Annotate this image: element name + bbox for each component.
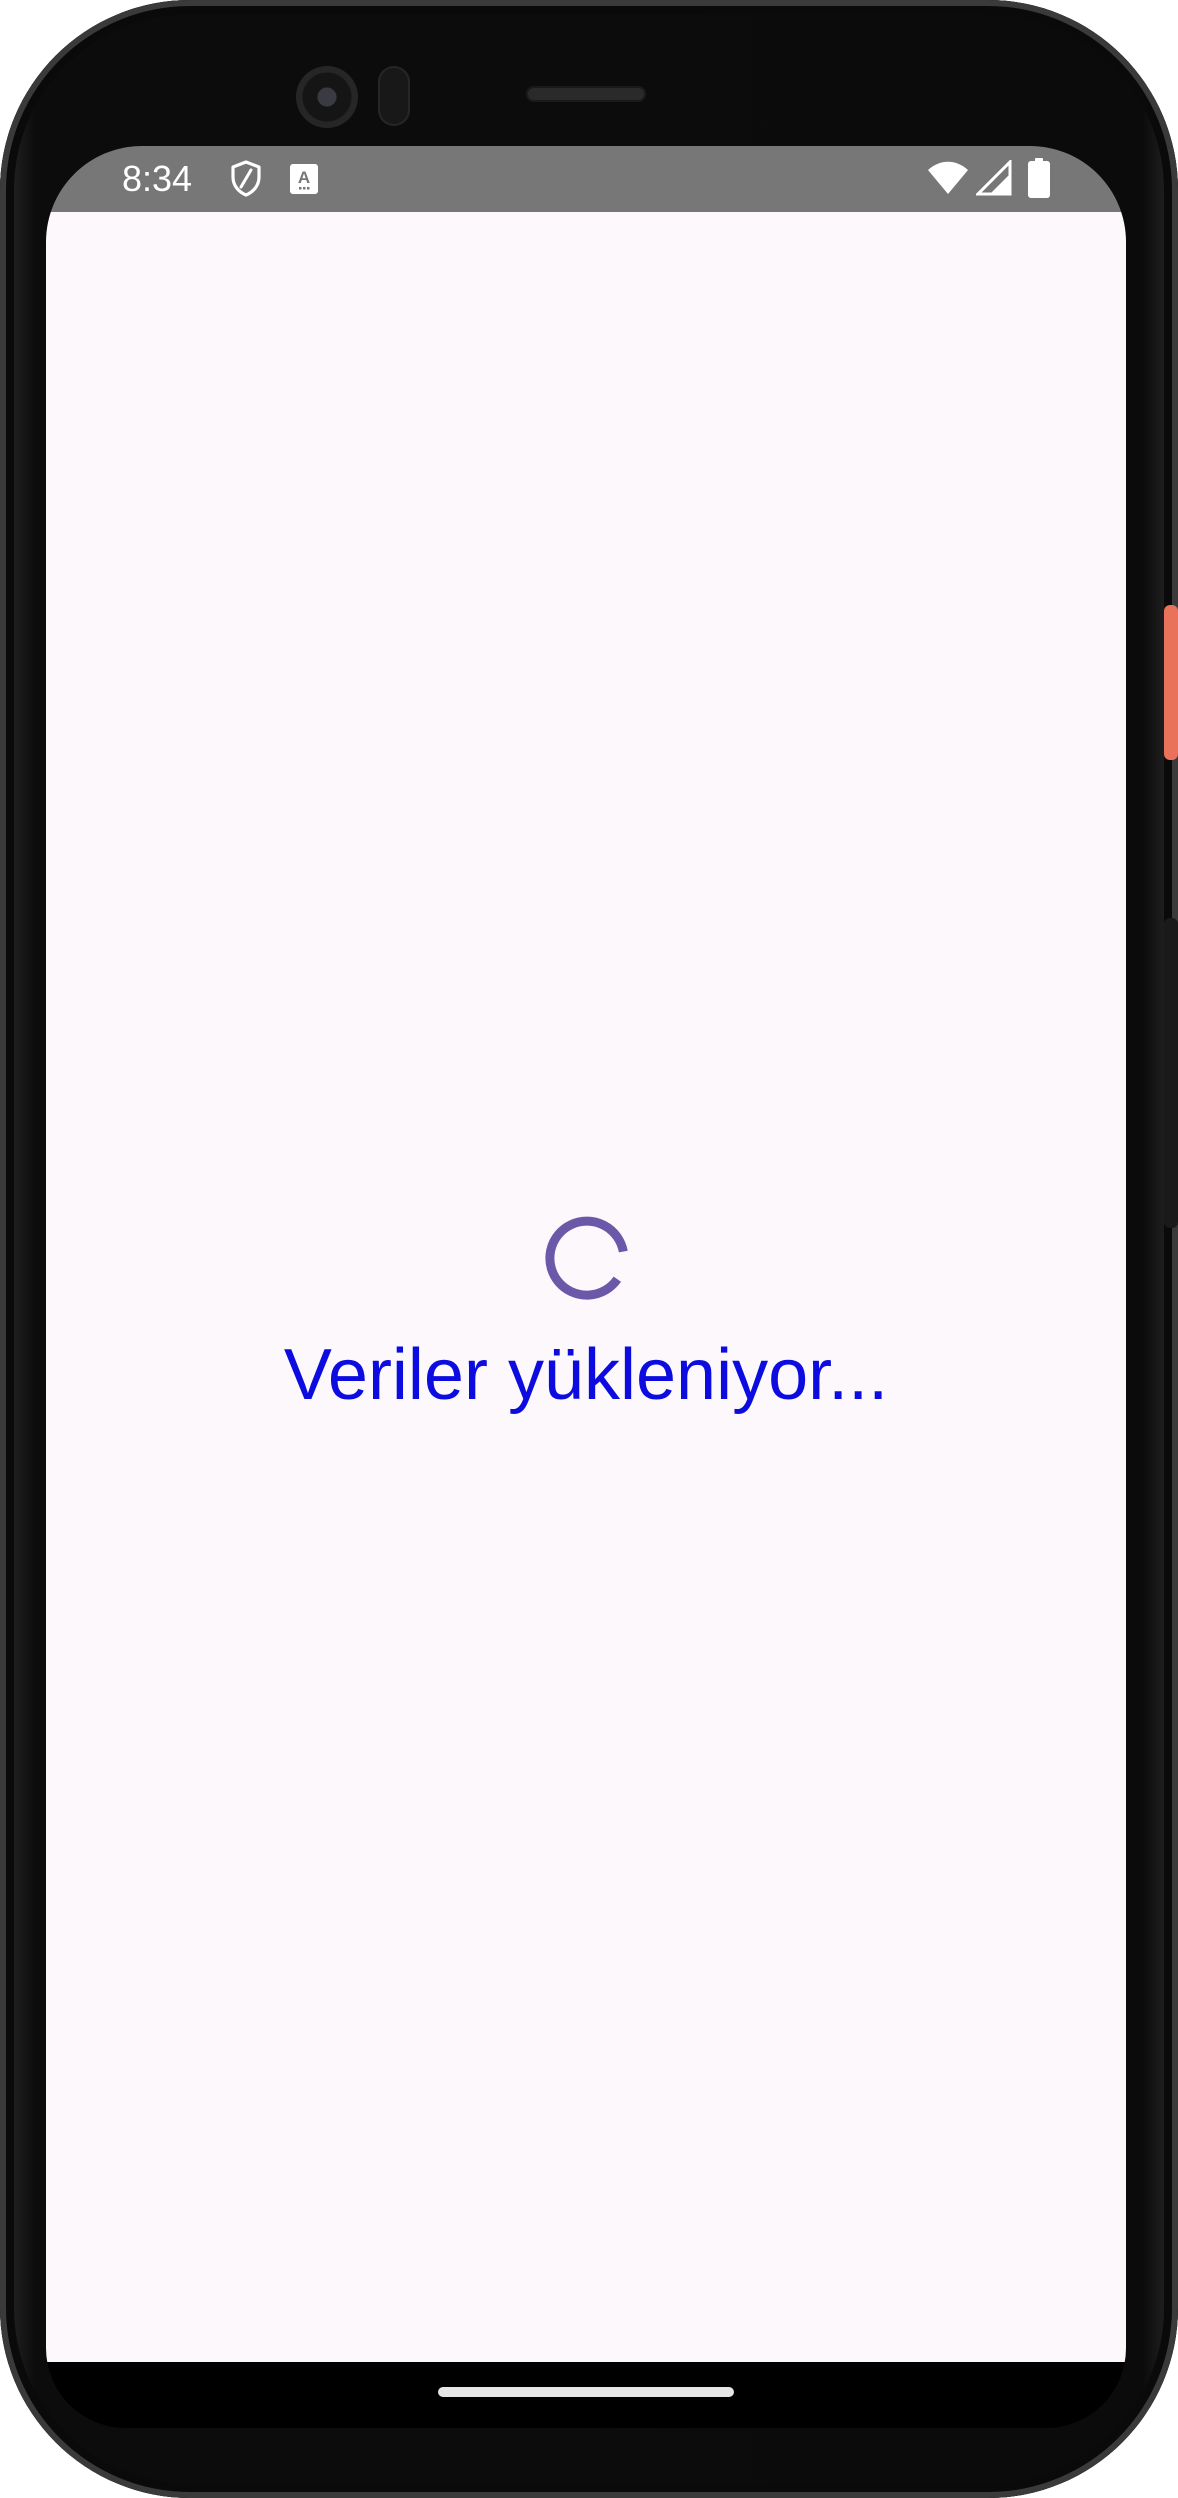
status-bar: 8:34 A bbox=[46, 146, 1126, 212]
front-camera bbox=[296, 66, 358, 128]
svg-text:A: A bbox=[298, 168, 310, 187]
home-gesture-handle[interactable] bbox=[438, 2387, 734, 2397]
phone-screen: 8:34 A Veriler yükleniyor... bbox=[46, 146, 1126, 2428]
proximity-sensor bbox=[378, 66, 410, 126]
status-time: 8:34 bbox=[122, 158, 193, 199]
earpiece-speaker bbox=[526, 86, 646, 102]
wifi-icon bbox=[926, 160, 970, 201]
volume-button bbox=[1164, 918, 1178, 1228]
power-button bbox=[1164, 605, 1178, 760]
phone-device-frame: 8:34 A Veriler yükleniyor... bbox=[0, 0, 1178, 2498]
shield-icon bbox=[230, 160, 262, 203]
translate-a-icon: A bbox=[290, 164, 318, 199]
battery-icon bbox=[1028, 158, 1050, 203]
loading-spinner bbox=[543, 1214, 631, 1302]
loading-message: Veriler yükleniyor... bbox=[283, 1335, 889, 1415]
cell-signal-icon bbox=[974, 158, 1012, 201]
